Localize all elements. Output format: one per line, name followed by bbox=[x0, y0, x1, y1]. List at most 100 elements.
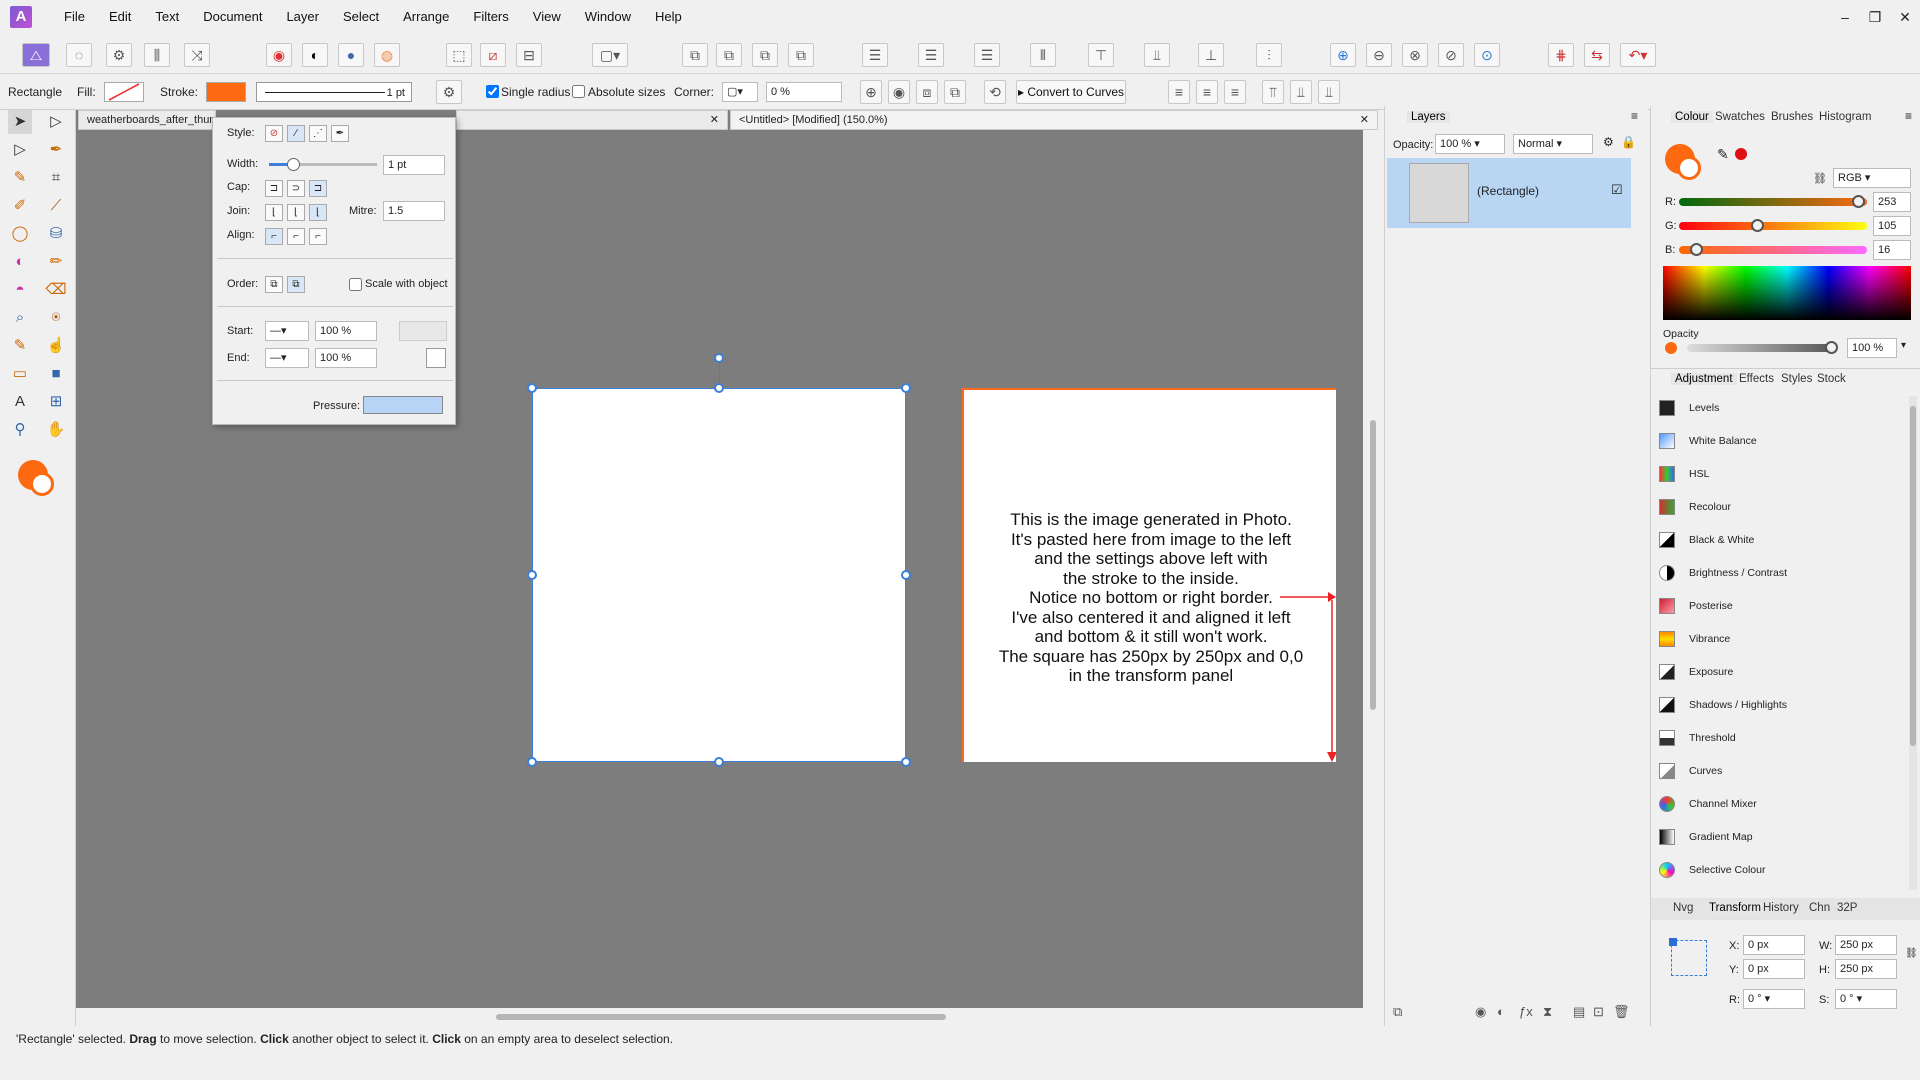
r-field[interactable]: 253 bbox=[1873, 192, 1911, 212]
document-setup-icon[interactable]: ⫼ bbox=[144, 43, 170, 67]
adjustment-recolour[interactable]: Recolour bbox=[1659, 491, 1899, 524]
scale-with-object-checkbox[interactable] bbox=[349, 278, 362, 291]
adjustment-scroll-thumb[interactable] bbox=[1910, 406, 1916, 746]
shape-tool-icon[interactable]: ▭ bbox=[8, 362, 32, 386]
mesh-tool-icon[interactable]: ⊞ bbox=[44, 390, 68, 414]
handle-left[interactable] bbox=[527, 570, 537, 580]
absolute-sizes-checkbox[interactable] bbox=[572, 85, 585, 98]
handle-bottom-right[interactable] bbox=[901, 757, 911, 767]
style-solid-icon[interactable]: ⁄ bbox=[287, 125, 305, 142]
transform-origin-icon[interactable]: ⊕ bbox=[860, 80, 882, 104]
blend-mode-dropdown[interactable]: Normal ▾ bbox=[1513, 134, 1593, 154]
colour-wheel-icon[interactable]: ◉ bbox=[266, 43, 292, 67]
boolean-divide-icon[interactable]: ⊙ bbox=[1474, 43, 1500, 67]
handle-bottom-left[interactable] bbox=[527, 757, 537, 767]
opacity-field[interactable]: 100 % bbox=[1847, 338, 1897, 358]
lock-icon[interactable]: 🔒 bbox=[1621, 135, 1636, 149]
fill-tool-icon[interactable]: ⛁ bbox=[44, 222, 68, 246]
panel-menu-icon[interactable]: ≡ bbox=[1631, 109, 1638, 123]
tab-channels[interactable]: Chn bbox=[1809, 902, 1830, 914]
pressure-graph-button[interactable] bbox=[363, 396, 443, 414]
opacity-slider-knob[interactable] bbox=[1825, 341, 1838, 354]
adjustment-gradient-map[interactable]: Gradient Map bbox=[1659, 821, 1899, 854]
adjustment-channel-mixer[interactable]: Channel Mixer bbox=[1659, 788, 1899, 821]
adjustment-vibrance[interactable]: Vibrance bbox=[1659, 623, 1899, 656]
width-slider[interactable] bbox=[269, 158, 377, 171]
tab-weatherboards[interactable]: weatherboards_after_thum bbox=[78, 110, 216, 130]
flip-icon[interactable]: ⟲ bbox=[984, 80, 1006, 104]
cap-square-icon[interactable]: ⊐ bbox=[309, 180, 327, 197]
tab-swatches[interactable]: Swatches bbox=[1715, 111, 1765, 123]
rotation-handle[interactable] bbox=[714, 353, 724, 363]
adjustment-exposure[interactable]: Exposure bbox=[1659, 656, 1899, 689]
g-slider[interactable] bbox=[1679, 219, 1867, 232]
menu-help[interactable]: Help bbox=[643, 0, 694, 34]
b-field[interactable]: 16 bbox=[1873, 240, 1911, 260]
stroke-width-dropdown[interactable]: 1 pt bbox=[256, 82, 412, 102]
anchor-point-selector[interactable] bbox=[1669, 938, 1707, 976]
tab-stock[interactable]: Stock bbox=[1817, 373, 1846, 385]
corner-type-dropdown[interactable]: ▢▾ bbox=[722, 82, 758, 102]
shear-field[interactable]: 0 ° ▾ bbox=[1835, 989, 1897, 1009]
tab-32p[interactable]: 32P bbox=[1837, 902, 1857, 914]
pasted-photo-image[interactable]: This is the image generated in Photo. It… bbox=[962, 388, 1336, 762]
handle-top-right[interactable] bbox=[901, 383, 911, 393]
view-origin-icon[interactable]: ◉ bbox=[888, 80, 910, 104]
cap-butt-icon[interactable]: ⊐ bbox=[265, 180, 283, 197]
lasso-tool-icon[interactable]: ◯ bbox=[8, 222, 32, 246]
style-dashed-icon[interactable]: ⋰ bbox=[309, 125, 327, 142]
menu-arrange[interactable]: Arrange bbox=[391, 0, 461, 34]
style-none-icon[interactable]: ⊘ bbox=[265, 125, 283, 142]
align-center-stroke-icon[interactable]: ⌐ bbox=[287, 228, 305, 245]
share-icon[interactable]: ⤨ bbox=[184, 43, 210, 67]
x-field[interactable]: 0 px bbox=[1743, 935, 1805, 955]
close-tab-icon[interactable]: ✕ bbox=[710, 114, 719, 126]
layer-opacity-field[interactable]: 100 % ▾ bbox=[1435, 134, 1505, 154]
ctx-align-right-icon[interactable]: ≡ bbox=[1224, 80, 1246, 104]
join-round-icon[interactable]: ⌊ bbox=[287, 204, 305, 221]
minimize-button[interactable]: – bbox=[1830, 0, 1860, 34]
maximize-button[interactable]: ❐ bbox=[1860, 0, 1890, 34]
filter-icon[interactable]: ⧗ bbox=[1543, 1004, 1552, 1020]
boolean-add-icon[interactable]: ⊕ bbox=[1330, 43, 1356, 67]
pixel-tool-icon[interactable]: ✎ bbox=[8, 334, 32, 358]
align-bottom-icon[interactable]: ⊥ bbox=[1198, 43, 1224, 67]
boolean-xor-icon[interactable]: ⊘ bbox=[1438, 43, 1464, 67]
node-tool-icon[interactable]: ▷ bbox=[44, 110, 68, 134]
delete-layer-icon[interactable]: 🗑 bbox=[1613, 1004, 1630, 1020]
selected-rectangle[interactable] bbox=[532, 388, 906, 762]
invert-selection-icon[interactable]: ⊟ bbox=[516, 43, 542, 67]
menu-filters[interactable]: Filters bbox=[461, 0, 520, 34]
align-center-icon[interactable]: ☰ bbox=[918, 43, 944, 67]
hsl-icon[interactable]: ● bbox=[338, 43, 364, 67]
ctx-align-left-icon[interactable]: ≡ bbox=[1168, 80, 1190, 104]
horizontal-scroll-thumb[interactable] bbox=[496, 1014, 946, 1020]
move-back-icon[interactable]: ⧉ bbox=[716, 43, 742, 67]
adjustment-curves[interactable]: Curves bbox=[1659, 755, 1899, 788]
paint-brush-icon[interactable]: ✏ bbox=[44, 250, 68, 274]
add-group-icon[interactable]: ▤ bbox=[1573, 1004, 1585, 1020]
tab-layers[interactable]: Layers bbox=[1407, 111, 1450, 123]
marquee-icon[interactable]: ⬚ bbox=[446, 43, 472, 67]
order-stroke-behind-icon[interactable]: ⧉ bbox=[265, 276, 283, 293]
end-arrowhead-dropdown[interactable]: —▾ bbox=[265, 348, 309, 368]
adjustment-layer-icon[interactable]: ◐ bbox=[1497, 1004, 1505, 1019]
menu-layer[interactable]: Layer bbox=[274, 0, 331, 34]
align-inside-icon[interactable]: ⌐ bbox=[265, 228, 283, 245]
tab-history[interactable]: History bbox=[1763, 902, 1799, 914]
move-to-back-icon[interactable]: ⧉ bbox=[682, 43, 708, 67]
adjustment-brightness-contrast[interactable]: Brightness / Contrast bbox=[1659, 557, 1899, 590]
g-slider-knob[interactable] bbox=[1751, 219, 1764, 232]
panel-menu-icon[interactable]: ≡ bbox=[1905, 109, 1912, 123]
adjustment-threshold[interactable]: Threshold bbox=[1659, 722, 1899, 755]
colour-model-dropdown[interactable]: RGB ▾ bbox=[1833, 168, 1911, 188]
affinity-designer-logo[interactable]: A bbox=[10, 6, 32, 28]
tab-navigator[interactable]: Nvg bbox=[1673, 902, 1693, 914]
menu-edit[interactable]: Edit bbox=[97, 0, 143, 34]
r-slider[interactable] bbox=[1679, 195, 1867, 208]
menu-window[interactable]: Window bbox=[573, 0, 643, 34]
ctx-align-top-icon[interactable]: ⫪ bbox=[1262, 80, 1284, 104]
stroke-colour-well[interactable] bbox=[30, 472, 54, 496]
start-arrowhead-dropdown[interactable]: —▾ bbox=[265, 321, 309, 341]
crop-tool-icon[interactable]: ⌗ bbox=[44, 166, 68, 190]
